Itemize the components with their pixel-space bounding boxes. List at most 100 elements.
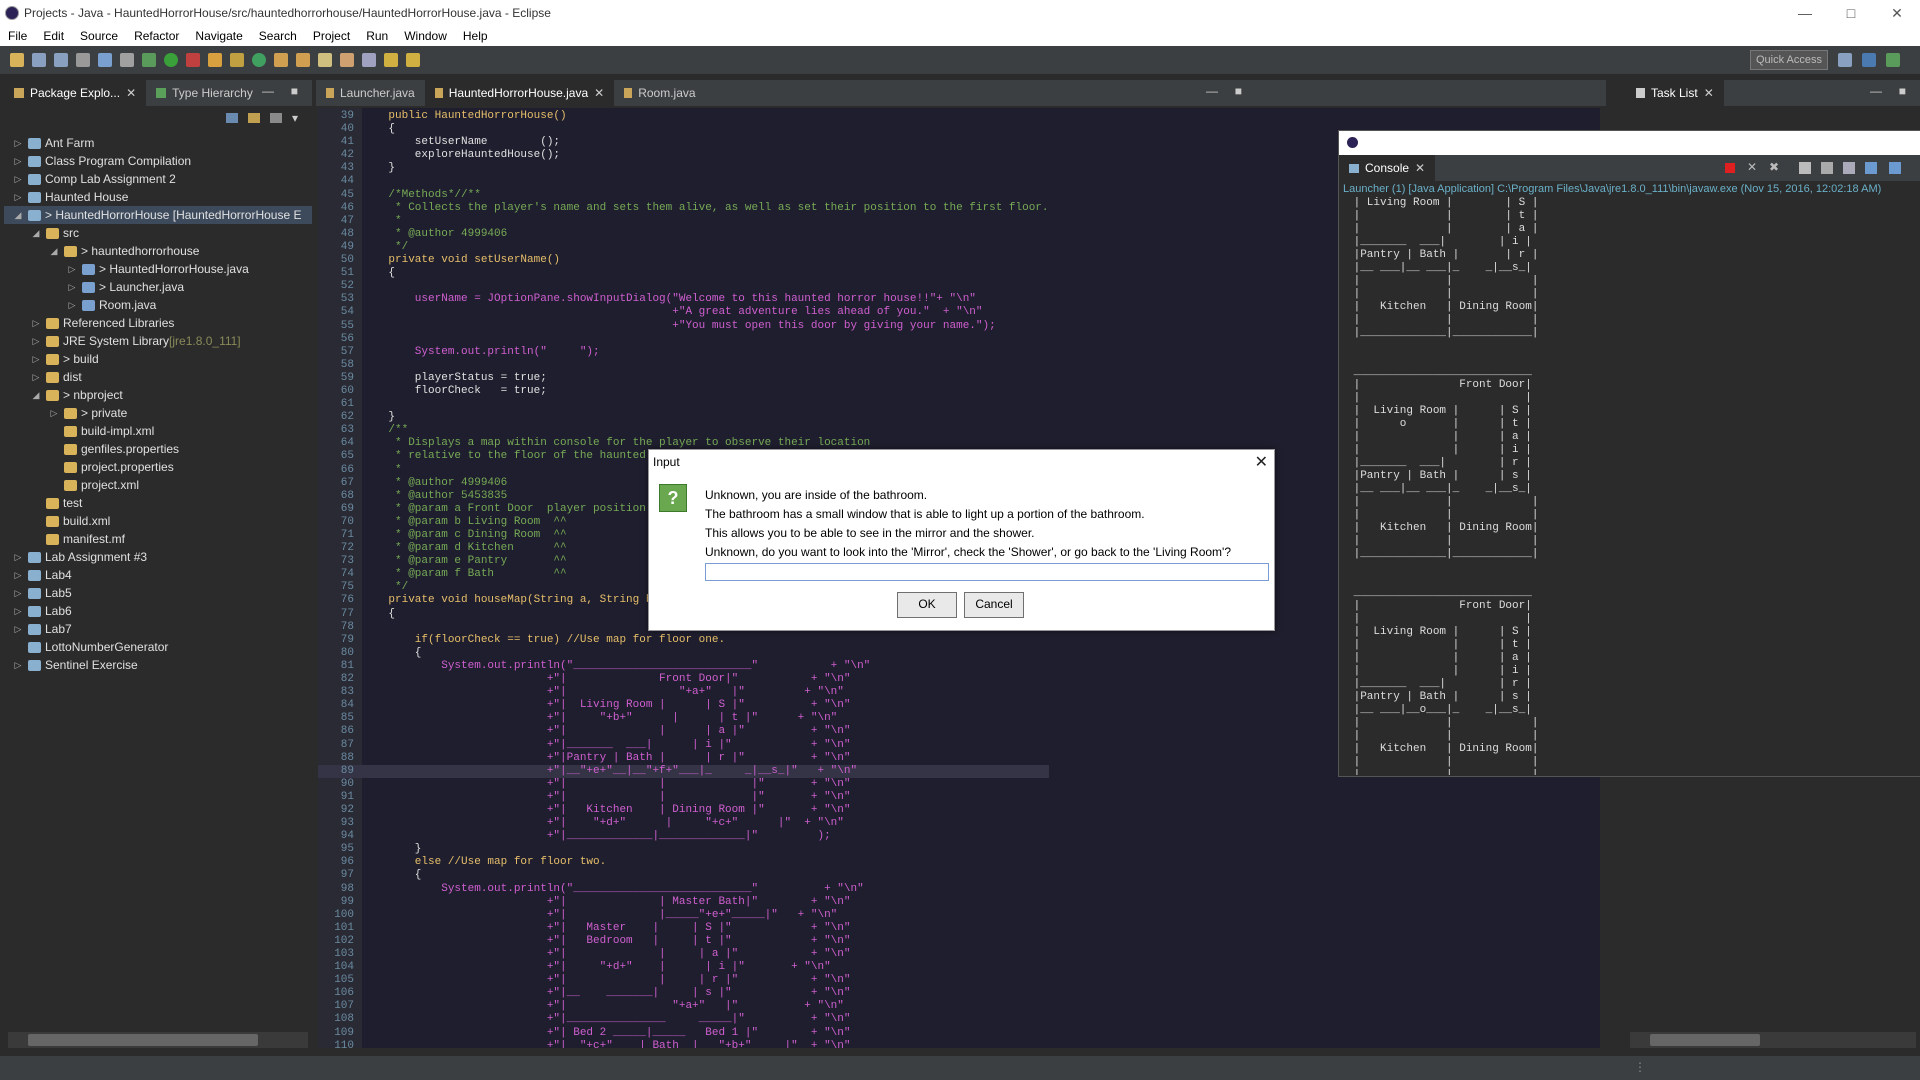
view-menu-icon[interactable]: ▾: [292, 111, 298, 125]
tree-item[interactable]: project.xml: [4, 476, 312, 494]
expand-arrow-icon[interactable]: ▷: [30, 368, 42, 386]
expand-arrow-icon[interactable]: ▷: [12, 566, 24, 584]
tree-item[interactable]: ▷ > private: [4, 404, 312, 422]
code-line[interactable]: 49 */: [318, 241, 1049, 254]
run-icon[interactable]: [164, 53, 178, 67]
close-icon[interactable]: ✕: [1415, 161, 1425, 175]
tree-item[interactable]: ▷ Ant Farm: [4, 134, 312, 152]
code-line[interactable]: 106 +"|__ _______| | s |" + "\n": [318, 987, 1049, 1000]
tree-item[interactable]: ▷ Lab5: [4, 584, 312, 602]
debug-icon[interactable]: [142, 53, 156, 67]
code-line[interactable]: 42 exploreHauntedHouse();: [318, 149, 1049, 162]
tree-item[interactable]: ▷ > build: [4, 350, 312, 368]
tree-item[interactable]: genfiles.properties: [4, 440, 312, 458]
code-line[interactable]: 62 }: [318, 411, 1049, 424]
menu-source[interactable]: Source: [72, 29, 126, 43]
save-all-icon[interactable]: [54, 53, 68, 67]
minimize-view-icon[interactable]: —: [1870, 84, 1882, 98]
display-console-icon[interactable]: [1865, 162, 1877, 174]
maximize-view-icon[interactable]: ■: [1235, 84, 1242, 98]
code-line[interactable]: 88 +"|Pantry | Bath | | r |" + "\n": [318, 752, 1049, 765]
tree-item[interactable]: ◢ > hauntedhorrorhouse: [4, 242, 312, 260]
code-line[interactable]: 79 if(floorCheck == true) //Use map for …: [318, 634, 1049, 647]
expand-arrow-icon[interactable]: ▷: [12, 188, 24, 206]
console-output[interactable]: | Living Room | | S | | | | t | | | | a …: [1339, 197, 1920, 775]
expand-arrow-icon[interactable]: ▷: [48, 404, 60, 422]
code-line[interactable]: 82 +"| Front Door|" + "\n": [318, 673, 1049, 686]
expand-arrow-icon[interactable]: ▷: [66, 260, 78, 278]
remove-launch-icon[interactable]: ✕: [1747, 160, 1757, 174]
tree-item[interactable]: ▷ Lab6: [4, 602, 312, 620]
code-line[interactable]: 103 +"| | | a |" + "\n": [318, 948, 1049, 961]
code-line[interactable]: 55 +"You must open this door by giving y…: [318, 320, 1049, 333]
tree-item[interactable]: ▷ Haunted House: [4, 188, 312, 206]
tree-item[interactable]: ◢ > nbproject: [4, 386, 312, 404]
quick-access-field[interactable]: Quick Access: [1750, 50, 1828, 70]
tab-console[interactable]: Console ✕: [1339, 155, 1436, 181]
new-icon[interactable]: [10, 53, 24, 67]
close-icon[interactable]: ✕: [594, 86, 604, 100]
package-explorer-h-scrollbar[interactable]: [8, 1032, 308, 1048]
code-line[interactable]: 54 +"A great adventure lies ahead of you…: [318, 306, 1049, 319]
ok-button[interactable]: OK: [897, 592, 957, 618]
code-line[interactable]: 109 +"| Bed 2 _____|_____ Bed 1 |" + "\n…: [318, 1027, 1049, 1040]
code-line[interactable]: 94 +"|_____________|_____________|" );: [318, 830, 1049, 843]
tree-item[interactable]: build.xml: [4, 512, 312, 530]
close-window-button[interactable]: ✕: [1874, 0, 1920, 26]
expand-arrow-icon[interactable]: ◢: [30, 224, 42, 242]
close-icon[interactable]: ✕: [1704, 86, 1714, 100]
link-editor-icon[interactable]: [247, 113, 260, 123]
menu-edit[interactable]: Edit: [35, 29, 72, 43]
expand-arrow-icon[interactable]: ▷: [66, 296, 78, 314]
code-line[interactable]: 51 {: [318, 267, 1049, 280]
code-line[interactable]: 108 +"|_______________ _____|" + "\n": [318, 1013, 1049, 1026]
expand-arrow-icon[interactable]: ▷: [12, 656, 24, 674]
tree-item[interactable]: ▷ Sentinel Exercise: [4, 656, 312, 674]
expand-arrow-icon[interactable]: ▷: [12, 620, 24, 638]
code-line[interactable]: 53 userName = JOptionPane.showInputDialo…: [318, 293, 1049, 306]
tree-item[interactable]: ▷ Lab7: [4, 620, 312, 638]
menu-search[interactable]: Search: [251, 29, 305, 43]
tree-item[interactable]: ▷ JRE System Library [jre1.8.0_111]: [4, 332, 312, 350]
menu-refactor[interactable]: Refactor: [126, 29, 187, 43]
code-line[interactable]: 85 +"| "+b+" | | t |" + "\n": [318, 712, 1049, 725]
forward-arrow-icon[interactable]: [406, 53, 420, 67]
tree-item[interactable]: ▷ > HauntedHorrorHouse.java: [4, 260, 312, 278]
expand-arrow-icon[interactable]: ◢: [12, 206, 24, 224]
print-icon[interactable]: [76, 53, 90, 67]
code-line[interactable]: 44: [318, 175, 1049, 188]
remove-all-icon[interactable]: ✖: [1769, 160, 1779, 174]
code-line[interactable]: 107 +"| "+a+" |" + "\n": [318, 1000, 1049, 1013]
code-line[interactable]: 81 System.out.println("_________________…: [318, 660, 1049, 673]
code-line[interactable]: 102 +"| Bedroom | | t |" + "\n": [318, 935, 1049, 948]
minimize-view-icon[interactable]: —: [262, 84, 274, 98]
minimize-view-icon[interactable]: —: [1206, 84, 1218, 98]
task-list-h-scrollbar[interactable]: [1630, 1032, 1916, 1048]
expand-arrow-icon[interactable]: ▷: [30, 314, 42, 332]
code-line[interactable]: 52: [318, 280, 1049, 293]
tree-item[interactable]: ▷ Class Program Compilation: [4, 152, 312, 170]
scrollbar-thumb[interactable]: [28, 1034, 258, 1046]
expand-arrow-icon[interactable]: ◢: [48, 242, 60, 260]
code-line[interactable]: 91 +"| | |" + "\n": [318, 791, 1049, 804]
open-perspective-icon[interactable]: [1838, 53, 1852, 67]
code-line[interactable]: 87 +"|_______ ___| | i |" + "\n": [318, 739, 1049, 752]
focus-icon[interactable]: [269, 113, 282, 123]
tab-room-java[interactable]: Room.java: [614, 80, 705, 106]
tab-type-hierarchy[interactable]: Type Hierarchy: [146, 80, 263, 106]
menu-help[interactable]: Help: [455, 29, 496, 43]
expand-arrow-icon[interactable]: ▷: [12, 134, 24, 152]
expand-arrow-icon[interactable]: ▷: [66, 278, 78, 296]
build-icon[interactable]: [120, 53, 134, 67]
tree-item[interactable]: LottoNumberGenerator: [4, 638, 312, 656]
word-wrap-icon[interactable]: [1821, 162, 1833, 174]
code-line[interactable]: 110 +"| "+c+" | Bath | "+b+" |" + "\n": [318, 1040, 1049, 1048]
code-line[interactable]: 90 +"| | |" + "\n": [318, 778, 1049, 791]
new-package-icon[interactable]: [230, 53, 244, 67]
open-type-icon[interactable]: [274, 53, 288, 67]
tab-task-list[interactable]: Task List ✕: [1626, 80, 1724, 106]
tab-launcher-java[interactable]: Launcher.java: [316, 80, 425, 106]
code-line[interactable]: 89 +"|__"+e+"__|__"+f+"___|_ _|__s_|" + …: [318, 764, 1049, 778]
new-class-icon[interactable]: [252, 53, 266, 67]
scrollbar-thumb[interactable]: [1650, 1034, 1760, 1046]
